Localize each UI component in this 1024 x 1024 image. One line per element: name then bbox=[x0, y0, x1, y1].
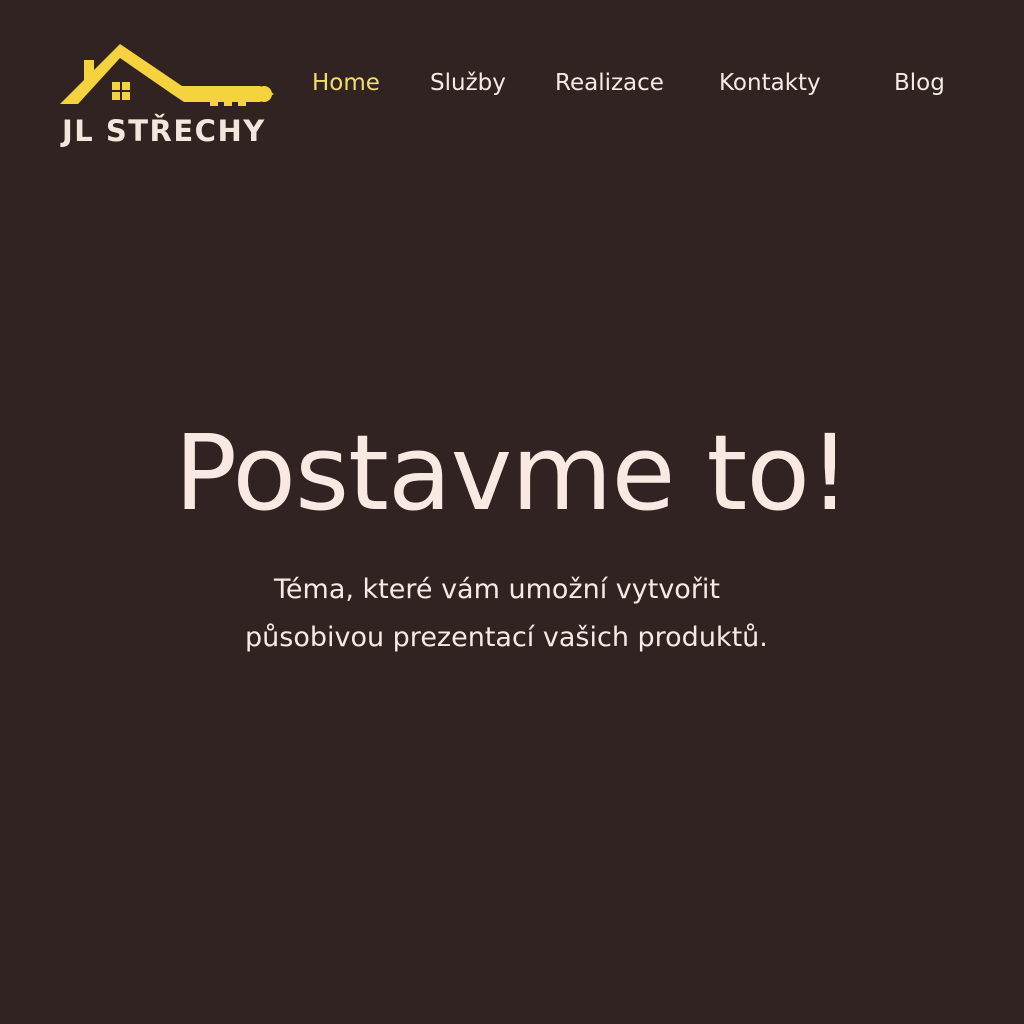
nav-item-blog[interactable]: Blog bbox=[894, 66, 945, 100]
nav-item-kontakty[interactable]: Kontakty bbox=[719, 66, 821, 100]
house-key-icon bbox=[60, 44, 274, 106]
site-header: JL STŘECHY Home Služby Realizace Kontakt… bbox=[0, 0, 1024, 170]
hero-subtitle-line-1: Téma, které vám umožní vytvořit bbox=[274, 574, 721, 605]
hero-title: Postavme to! bbox=[174, 412, 850, 534]
nav-item-home[interactable]: Home bbox=[312, 66, 380, 100]
nav-item-sluzby[interactable]: Služby bbox=[430, 66, 506, 100]
nav-item-realizace[interactable]: Realizace bbox=[555, 66, 664, 100]
logo[interactable]: JL STŘECHY bbox=[60, 42, 290, 152]
logo-text: JL STŘECHY bbox=[62, 114, 266, 148]
hero-subtitle-line-2: působivou prezentací vašich produktů. bbox=[245, 622, 768, 653]
